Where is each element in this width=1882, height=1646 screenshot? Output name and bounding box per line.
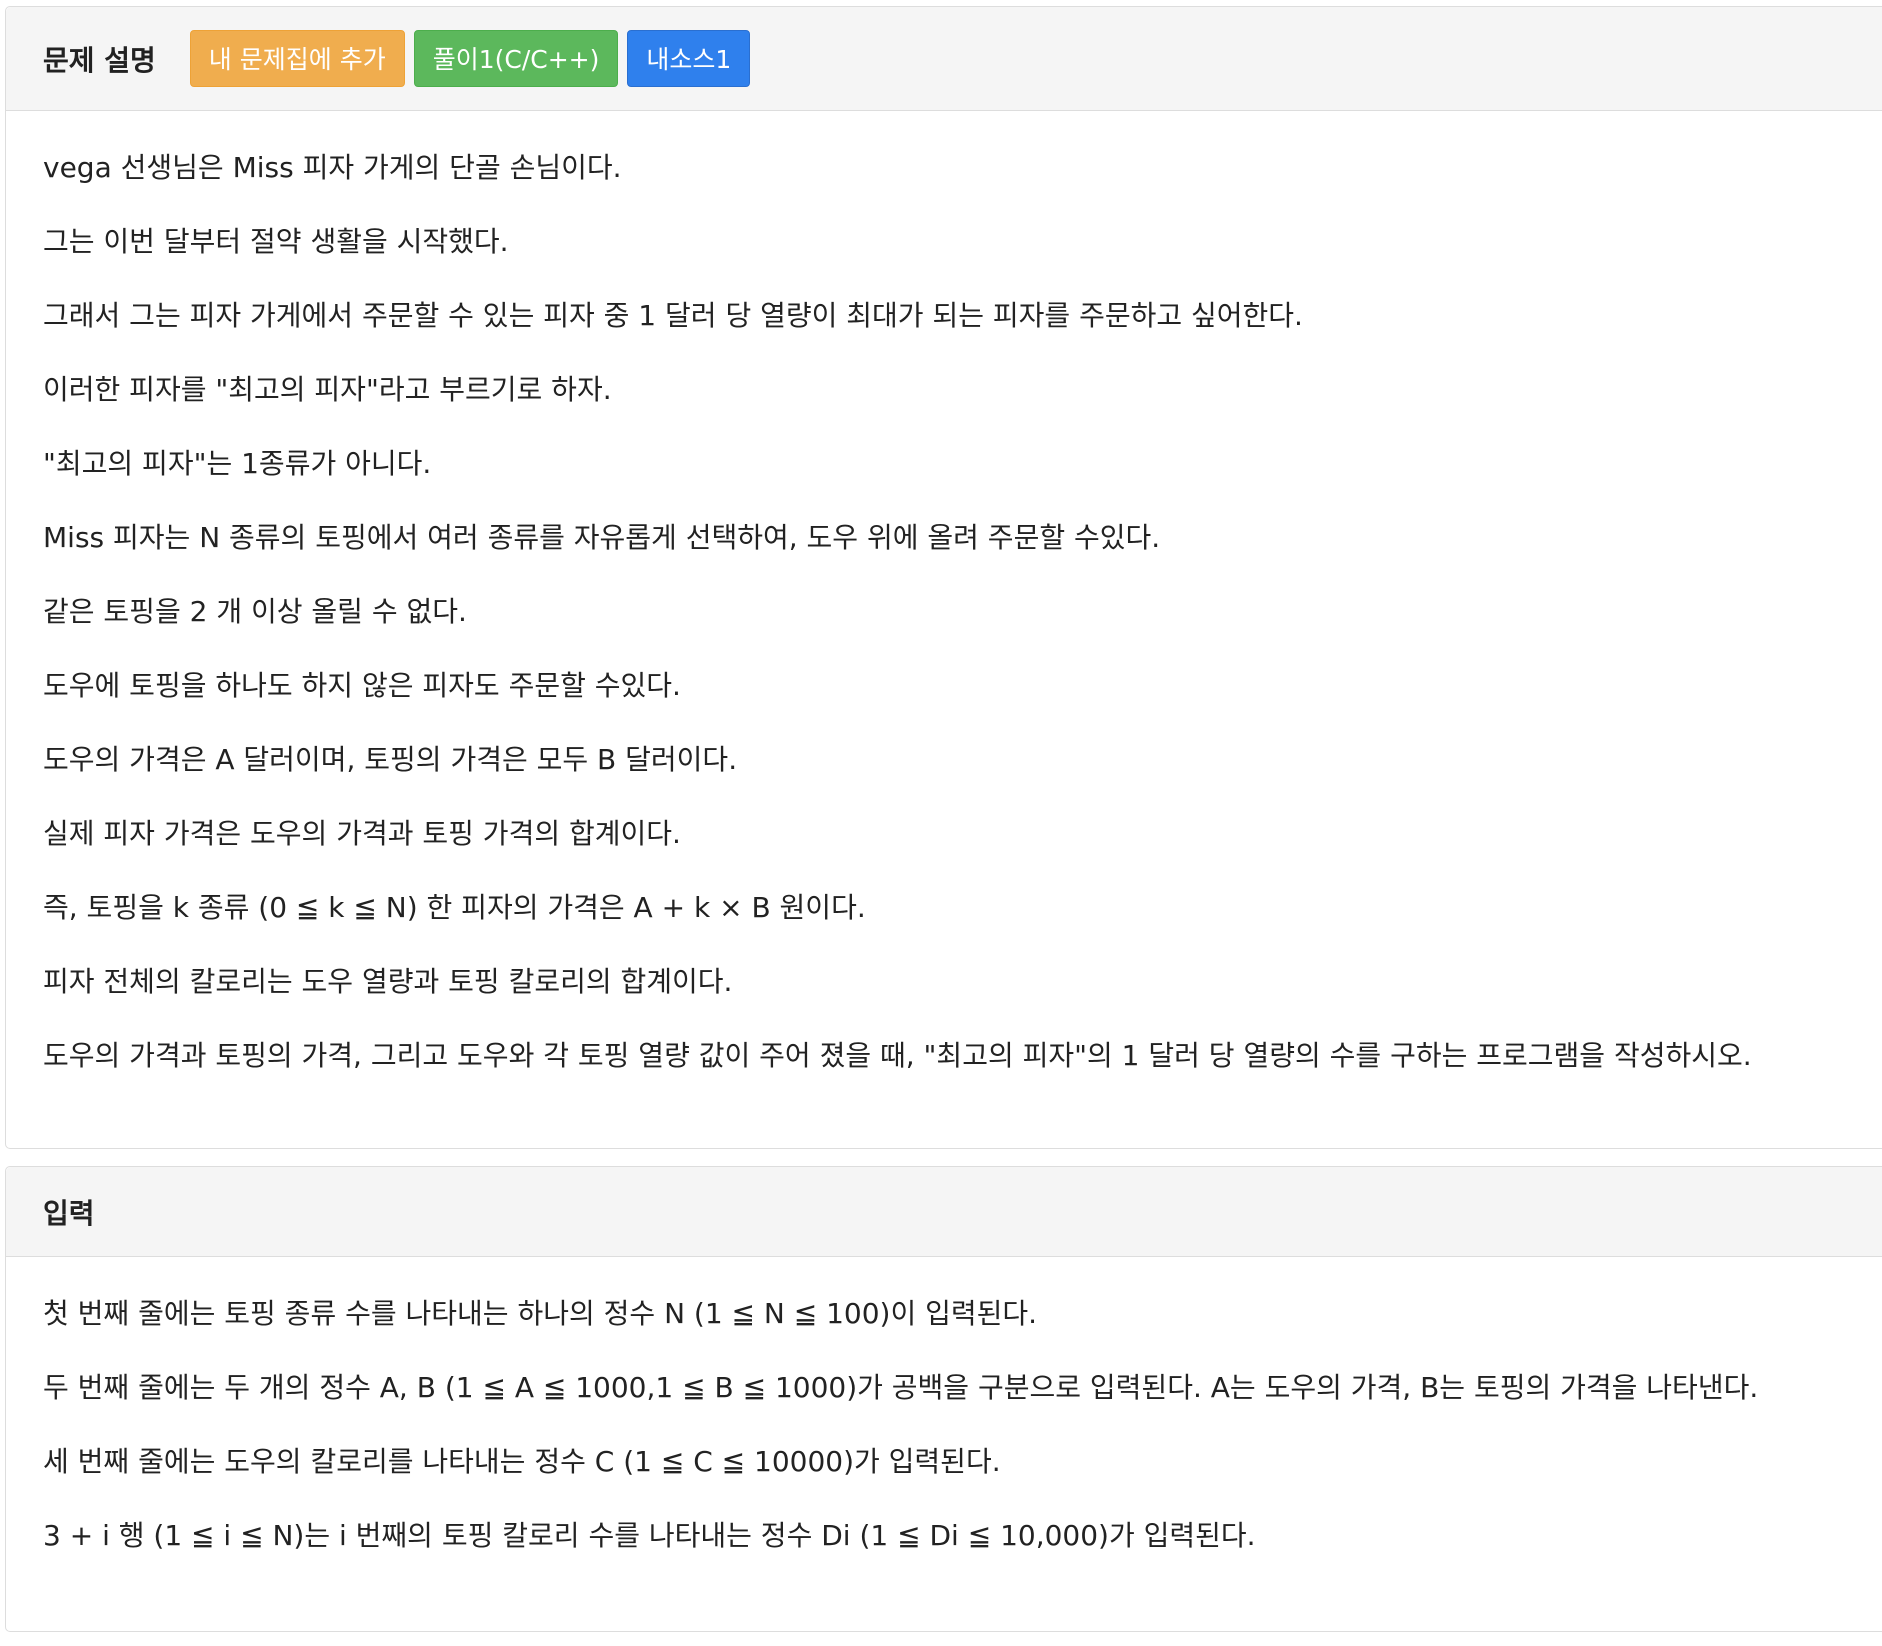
description-paragraph: 피자 전체의 칼로리는 도우 열량과 토핑 칼로리의 합계이다. (43, 965, 733, 998)
input-title: 입력 (43, 1196, 95, 1230)
input-body: 첫 번째 줄에는 토핑 종류 수를 나타내는 하나의 정수 N (1 ≦ N ≦… (6, 1257, 1882, 1555)
problem-description-panel: 문제 설명 내 문제집에 추가 풀이1(C/C++) 내소스1 vega 선생님… (5, 6, 1882, 1149)
input-panel: 입력 첫 번째 줄에는 토핑 종류 수를 나타내는 하나의 정수 N (1 ≦ … (5, 1166, 1882, 1632)
solution-button[interactable]: 풀이1(C/C++) (413, 30, 619, 87)
input-paragraph: 세 번째 줄에는 도우의 칼로리를 나타내는 정수 C (1 ≦ C ≦ 100… (43, 1445, 1001, 1478)
description-paragraph: 즉, 토핑을 k 종류 (0 ≦ k ≦ N) 한 피자의 가격은 A + k … (43, 891, 866, 924)
description-paragraph: 실제 피자 가격은 도우의 가격과 토핑 가격의 합계이다. (43, 817, 681, 850)
add-to-my-problem-set-button[interactable]: 내 문제집에 추가 (189, 30, 405, 87)
input-paragraph: 두 번째 줄에는 두 개의 정수 A, B (1 ≦ A ≦ 1000,1 ≦ … (43, 1371, 1759, 1404)
problem-description-heading: 문제 설명 내 문제집에 추가 풀이1(C/C++) 내소스1 (6, 7, 1882, 111)
description-paragraph: 도우의 가격은 A 달러이며, 토핑의 가격은 모두 B 달러이다. (43, 743, 738, 776)
description-paragraph: Miss 피자는 N 종류의 토핑에서 여러 종류를 자유롭게 선택하여, 도우… (43, 521, 1161, 554)
description-paragraph: 그는 이번 달부터 절약 생활을 시작했다. (43, 225, 509, 258)
description-paragraph: 이러한 피자를 "최고의 피자"라고 부르기로 하자. (43, 373, 612, 406)
input-paragraph: 3 + i 행 (1 ≦ i ≦ N)는 i 번째의 토핑 칼로리 수를 나타내… (43, 1519, 1256, 1552)
input-paragraph: 첫 번째 줄에는 토핑 종류 수를 나타내는 하나의 정수 N (1 ≦ N ≦… (43, 1297, 1038, 1330)
description-paragraph: vega 선생님은 Miss 피자 가게의 단골 손님이다. (43, 151, 622, 184)
input-heading: 입력 (6, 1167, 1882, 1257)
description-paragraph: 같은 토핑을 2 개 이상 올릴 수 없다. (43, 595, 467, 628)
my-source-button[interactable]: 내소스1 (627, 30, 751, 87)
problem-description-body: vega 선생님은 Miss 피자 가게의 단골 손님이다. 그는 이번 달부터… (6, 111, 1882, 1075)
description-paragraph: 도우에 토핑을 하나도 하지 않은 피자도 주문할 수있다. (43, 669, 681, 702)
description-paragraph: 그래서 그는 피자 가게에서 주문할 수 있는 피자 중 1 달러 당 열량이 … (43, 299, 1303, 332)
description-paragraph: 도우의 가격과 토핑의 가격, 그리고 도우와 각 토핑 열량 값이 주어 졌을… (43, 1039, 1752, 1072)
description-paragraph: "최고의 피자"는 1종류가 아니다. (43, 447, 432, 480)
problem-description-title: 문제 설명 (43, 43, 156, 77)
